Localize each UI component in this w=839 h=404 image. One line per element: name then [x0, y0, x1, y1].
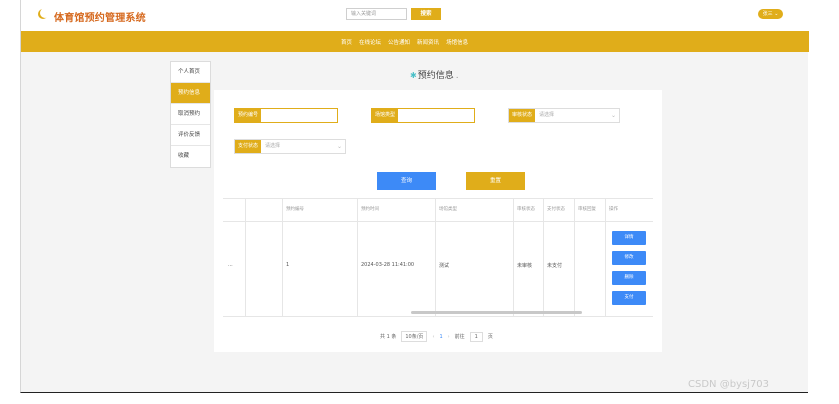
table-col	[223, 198, 246, 316]
horizontal-scrollbar[interactable]	[411, 311, 582, 314]
prev-page-icon[interactable]: ‹	[432, 334, 434, 340]
filter-review-status[interactable]: 审核状态 请选择 ⌄	[508, 108, 620, 123]
filter-value[interactable]	[261, 109, 337, 122]
reset-button[interactable]: 重置	[466, 172, 525, 190]
page-number[interactable]: 1	[439, 334, 442, 340]
filter-label: 支付状态	[235, 140, 262, 153]
filter-label: 审核状态	[509, 109, 536, 122]
page-unit-label: 页	[487, 334, 493, 340]
table-header: 审核状态	[517, 207, 535, 212]
filter-label: 预约编号	[235, 109, 262, 122]
nav-item-home[interactable]: 首页	[341, 38, 352, 46]
chevron-down-icon: ⌄	[611, 112, 617, 119]
watermark: CSDN @bysj703	[688, 379, 770, 390]
page-size-select[interactable]: 10条/页	[401, 331, 428, 342]
nav-item-news[interactable]: 新闻资讯	[417, 38, 439, 46]
sidebar-item-feedback[interactable]: 评价反馈	[171, 125, 210, 146]
filter-venue-type[interactable]: 场馆类型	[371, 108, 475, 123]
filter-pay-status[interactable]: 支付状态 请选择 ⌄	[234, 139, 346, 154]
pagination: 共 1 条 10条/页 ‹ 1 › 前往 1 页	[380, 331, 493, 342]
filter-label: 场馆类型	[372, 109, 399, 122]
table-header: 场馆类型	[439, 207, 457, 212]
edit-button[interactable]: 修改	[612, 251, 646, 265]
user-menu-button[interactable]: 张三 ⌄	[758, 9, 783, 19]
table-header: 预约编号	[286, 207, 304, 212]
nav-item-notice[interactable]: 公告通知	[388, 38, 410, 46]
filter-booking-number[interactable]: 预约编号	[234, 108, 338, 123]
detail-button[interactable]: 详情	[612, 231, 646, 245]
moon-icon	[40, 8, 50, 18]
page-title: ✱预约信息.	[410, 68, 459, 81]
table-header: 审核回复	[578, 207, 596, 212]
goto-page-input[interactable]: 1	[469, 331, 483, 342]
table-border	[223, 316, 653, 317]
nav-item-forum[interactable]: 在线论坛	[359, 38, 381, 46]
sidebar-item-cancel[interactable]: 取消预约	[171, 104, 210, 125]
pay-button[interactable]: 支付	[612, 291, 646, 305]
filter-select-value[interactable]: 请选择	[535, 109, 611, 122]
pager-total: 共 1 条	[380, 334, 397, 340]
table-cell: 测试	[439, 263, 450, 269]
main-nav: 首页 在线论坛 公告通知 新闻资讯 场馆信息	[21, 31, 809, 52]
top-header: 体育馆预约管理系统 输入关键词 搜索 张三 ⌄	[21, 0, 809, 31]
search-button[interactable]: 搜索	[411, 8, 441, 20]
table-header: 操作	[609, 207, 618, 212]
sidebar-menu: 个人首页 预约信息 取消预约 评价反馈 收藏	[170, 61, 211, 168]
search-input[interactable]: 输入关键词	[346, 8, 407, 20]
sidebar-item-favorites[interactable]: 收藏	[171, 146, 210, 167]
sidebar-item-profile[interactable]: 个人首页	[171, 62, 210, 83]
goto-label: 前往	[454, 334, 465, 340]
chevron-down-icon: ⌄	[337, 143, 343, 150]
table-cell: ...	[228, 262, 233, 268]
table-cell: 未支付	[547, 263, 563, 269]
title-dot: .	[455, 71, 459, 81]
table-col	[246, 198, 283, 316]
page-title-text: 预约信息	[417, 71, 454, 81]
app-frame: 体育馆预约管理系统 输入关键词 搜索 张三 ⌄ 首页 在线论坛 公告通知 新闻资…	[20, 0, 809, 393]
query-button[interactable]: 查询	[377, 172, 436, 190]
table-header	[223, 198, 226, 221]
table-header: 预约时间	[361, 207, 379, 212]
table-cell: 2024-03-28 11:41:00	[361, 262, 415, 268]
table-cell: 未审核	[517, 263, 533, 269]
site-title: 体育馆预约管理系统	[54, 13, 146, 24]
delete-button[interactable]: 删除	[612, 271, 646, 285]
table-header: 支付状态	[547, 207, 565, 212]
nav-item-venue[interactable]: 场馆信息	[446, 38, 468, 46]
content-panel: 预约编号 场馆类型 审核状态 请选择 ⌄ 支付状态 请选择 ⌄ 查询 重置 预约…	[214, 90, 662, 352]
filter-select-value[interactable]: 请选择	[261, 140, 337, 153]
reservation-table: 预约编号 预约时间 场馆类型 审核状态 支付状态 审核回复 操作 ... 1 2…	[223, 198, 653, 317]
next-page-icon[interactable]: ›	[448, 334, 450, 340]
filter-value[interactable]	[398, 109, 474, 122]
sidebar-item-reservations[interactable]: 预约信息	[171, 83, 210, 104]
sparkle-icon: ✱	[410, 71, 417, 80]
table-cell: 1	[286, 262, 290, 268]
